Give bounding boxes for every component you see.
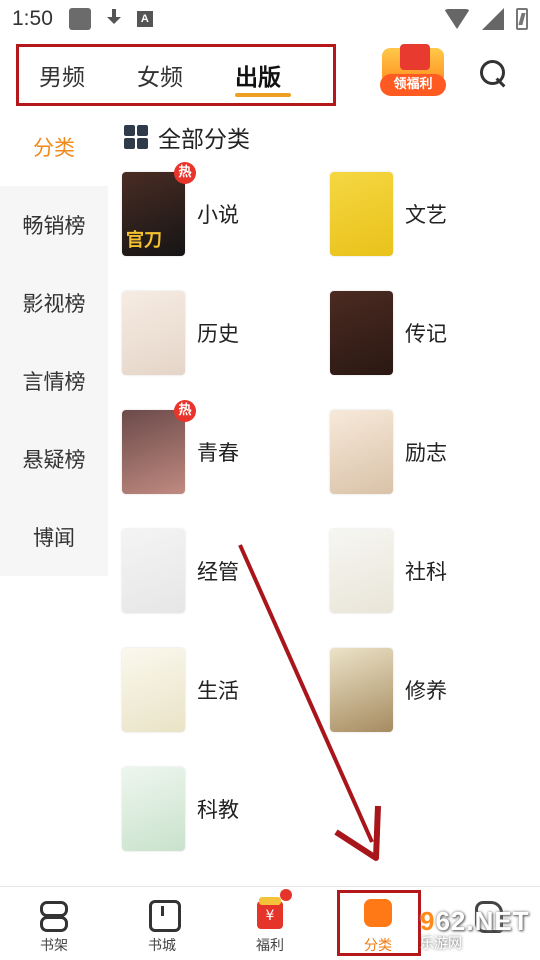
book-cover-image [122, 767, 185, 851]
category-item[interactable]: 历史 [122, 291, 239, 375]
nav-bookstore[interactable]: 书城 [108, 887, 216, 960]
tab-female[interactable]: 女频 [137, 47, 235, 103]
nav-label: 分类 [364, 938, 392, 954]
notification-app-icon [68, 8, 91, 30]
wifi-icon [444, 9, 470, 29]
profile-icon [469, 897, 503, 933]
category-label: 社科 [405, 560, 447, 584]
status-time: 1:50 [12, 7, 53, 30]
category-label: 生活 [197, 679, 239, 703]
category-item[interactable]: 生活 [122, 648, 239, 732]
book-cover-image [330, 529, 393, 613]
search-icon[interactable] [478, 58, 508, 88]
category-icon [361, 897, 395, 931]
book-cover-image [330, 291, 393, 375]
book-cover-image [122, 410, 185, 494]
category-item[interactable]: 社科 [330, 529, 447, 613]
category-label: 传记 [405, 322, 447, 346]
bookstore-icon [145, 897, 181, 932]
category-item[interactable]: 修养 [330, 648, 447, 732]
category-label: 青春 [197, 441, 239, 465]
signal-icon [482, 8, 504, 30]
book-cover-image [122, 291, 185, 375]
battery-icon [516, 8, 528, 30]
category-content: 全部分类 官刀热小说 文艺 历史 传记热青春 励志 经管 社科 生活 修养 科教 [108, 108, 540, 886]
nav-label: 书架 [40, 938, 68, 954]
section-header: 全部分类 [124, 120, 250, 154]
category-item[interactable]: 传记 [330, 291, 447, 375]
bookshelf-icon [37, 897, 71, 932]
category-item[interactable]: 热青春 [122, 400, 239, 494]
section-title: 全部分类 [158, 127, 250, 153]
category-item[interactable]: 科教 [122, 767, 239, 851]
notification-badge [280, 889, 292, 901]
download-icon [105, 9, 123, 29]
sidebar-item-romance[interactable]: 言情榜 [0, 342, 108, 420]
tab-male[interactable]: 男频 [39, 47, 137, 103]
category-label: 修养 [405, 679, 447, 703]
hot-badge: 热 [174, 400, 196, 422]
nav-label: 福利 [256, 938, 284, 954]
gift-label: 领福利 [380, 74, 446, 96]
category-label: 文艺 [405, 203, 447, 227]
tab-publish[interactable]: 出版 [235, 47, 333, 103]
sidebar-item-category[interactable]: 分类 [0, 108, 108, 186]
book-cover-image [330, 410, 393, 494]
category-label: 历史 [197, 322, 239, 346]
welfare-gift-button[interactable]: 领福利 [378, 44, 448, 100]
cover-title: 官刀 [126, 230, 162, 251]
grid-icon [124, 125, 148, 149]
nav-welfare[interactable]: 福利 [216, 887, 324, 960]
red-envelope-icon [400, 44, 430, 70]
status-right-icons [444, 8, 528, 30]
category-item[interactable]: 文艺 [330, 172, 447, 256]
category-label: 科教 [197, 798, 239, 822]
category-item[interactable]: 励志 [330, 410, 447, 494]
category-item[interactable]: 经管 [122, 529, 239, 613]
sidebar-item-film[interactable]: 影视榜 [0, 264, 108, 342]
nav-category[interactable]: 分类 [324, 887, 432, 960]
category-label: 小说 [197, 203, 239, 227]
status-bar: 1:50 A [0, 0, 540, 38]
sidebar-item-bestseller[interactable]: 畅销榜 [0, 186, 108, 264]
hot-badge: 热 [174, 162, 196, 184]
book-cover-image [330, 172, 393, 256]
keyboard-notification-icon: A [136, 11, 153, 27]
nav-label: 书城 [148, 938, 176, 954]
app-screen: 1:50 A 男频 女频 出版 领福利 分类 畅销榜 影视榜 言情榜 悬疑榜 博… [0, 0, 540, 960]
channel-tabs: 男频 女频 出版 [16, 44, 336, 106]
red-envelope-icon [253, 897, 287, 931]
sidebar-item-mystery[interactable]: 悬疑榜 [0, 420, 108, 498]
nav-profile[interactable] [432, 887, 540, 960]
category-label: 励志 [405, 441, 447, 465]
sidebar-item-knowledge[interactable]: 博闻 [0, 498, 108, 576]
book-cover-image: 官刀 [122, 172, 185, 256]
category-item[interactable]: 官刀 热小说 [122, 162, 239, 256]
book-cover-image [122, 529, 185, 613]
book-cover-image [122, 648, 185, 732]
category-label: 经管 [197, 560, 239, 584]
bottom-nav: 书架 书城 福利 分类 [0, 886, 540, 960]
sidebar: 分类 畅销榜 影视榜 言情榜 悬疑榜 博闻 [0, 108, 108, 576]
nav-bookshelf[interactable]: 书架 [0, 887, 108, 960]
book-cover-image [330, 648, 393, 732]
